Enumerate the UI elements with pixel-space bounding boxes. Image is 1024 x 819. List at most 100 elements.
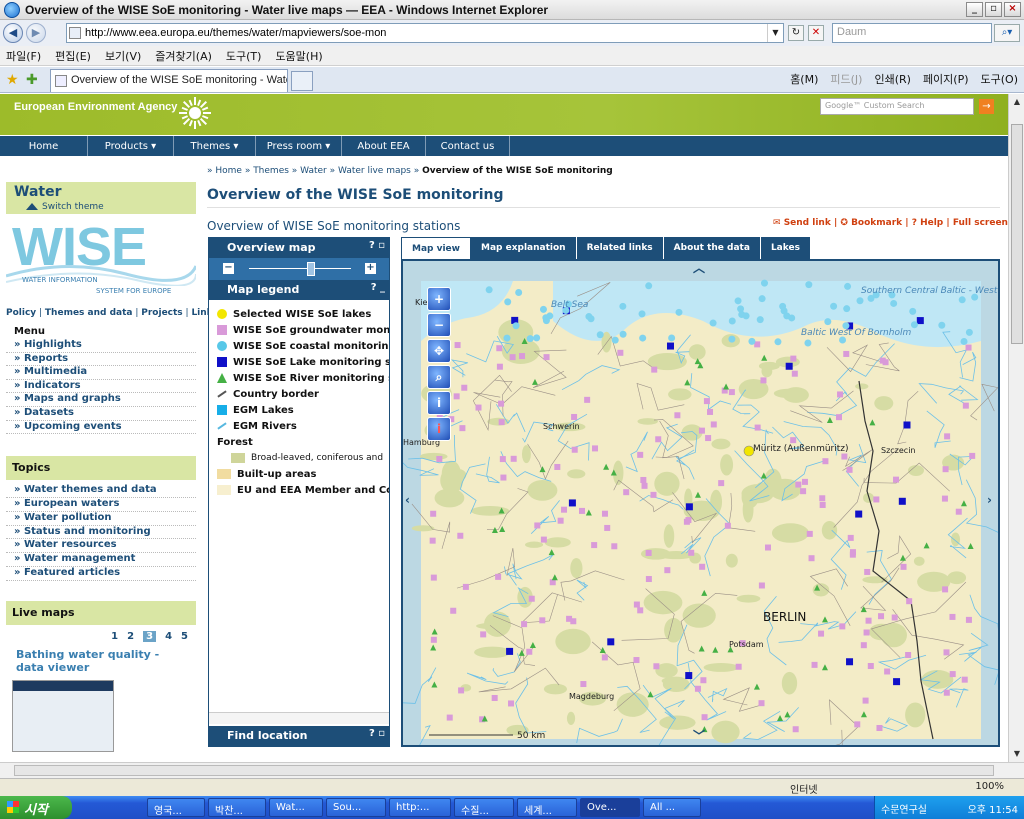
menu-favorites[interactable]: 즐겨찾기(A) bbox=[155, 48, 212, 64]
switch-theme-link[interactable]: Switch theme bbox=[42, 202, 104, 212]
search-input[interactable]: Daum bbox=[832, 23, 992, 43]
map-view[interactable]: 50 km Belt Sea Southern Central Baltic -… bbox=[401, 259, 1000, 747]
home-command[interactable]: 홈(M) bbox=[790, 71, 818, 87]
print-command[interactable]: 인쇄(R) bbox=[874, 71, 910, 87]
menu-item[interactable]: » Multimedia bbox=[6, 366, 196, 380]
map-canvas[interactable]: 50 km Belt Sea Southern Central Baltic -… bbox=[403, 261, 998, 745]
minimize-button[interactable]: _ bbox=[966, 2, 983, 17]
forward-button[interactable]: ▶ bbox=[26, 23, 46, 43]
topic-item[interactable]: » Water pollution bbox=[6, 512, 196, 526]
zoom-out-icon[interactable]: − bbox=[223, 263, 234, 274]
bathing-thumbnail[interactable] bbox=[12, 679, 114, 752]
fullscreen-link[interactable]: Full screen bbox=[953, 218, 1008, 228]
address-dropdown-icon[interactable]: ▼ bbox=[767, 24, 783, 42]
page-link[interactable]: 5 bbox=[181, 631, 188, 642]
menu-file[interactable]: 파일(F) bbox=[6, 48, 41, 64]
taskbar-item[interactable]: http:... bbox=[389, 798, 451, 817]
identify-tool-icon[interactable]: i bbox=[427, 417, 451, 441]
url-input[interactable] bbox=[85, 27, 765, 39]
zoom-knob[interactable] bbox=[307, 262, 315, 276]
menu-help[interactable]: 도움말(H) bbox=[275, 48, 322, 64]
bathing-water-link[interactable]: Bathing water quality - data viewer bbox=[6, 642, 196, 674]
wise-logo[interactable]: WISE WATER INFORMATION SYSTEM FOR EUROPE bbox=[6, 216, 196, 304]
taskbar-item[interactable]: 박찬... bbox=[208, 798, 266, 817]
menu-item[interactable]: » Datasets bbox=[6, 407, 196, 421]
org-name[interactable]: European Environment Agency bbox=[14, 101, 177, 113]
zoom-in-icon[interactable]: + bbox=[365, 263, 376, 274]
page-link[interactable]: 4 bbox=[165, 631, 172, 642]
zoom-out-tool-icon[interactable]: − bbox=[427, 313, 451, 337]
back-button[interactable]: ◀ bbox=[3, 23, 23, 43]
scroll-up-icon[interactable]: ▲ bbox=[1011, 96, 1023, 108]
site-search-input[interactable]: Google™ Custom Search bbox=[820, 98, 974, 115]
scroll-thumb[interactable] bbox=[14, 765, 994, 776]
new-tab-button[interactable] bbox=[291, 71, 313, 91]
close-button[interactable]: × bbox=[1004, 2, 1021, 17]
tray-label[interactable]: 수문연구실 bbox=[881, 801, 927, 816]
panel-controls[interactable]: ? _ bbox=[371, 282, 385, 293]
topic-item[interactable]: » Featured articles bbox=[6, 567, 196, 581]
menu-tools[interactable]: 도구(T) bbox=[226, 48, 262, 64]
bookmark-link[interactable]: Bookmark bbox=[851, 218, 902, 228]
link-projects[interactable]: Projects bbox=[141, 308, 182, 318]
crumb-themes[interactable]: Themes bbox=[253, 166, 289, 176]
refresh-icon[interactable]: ↻ bbox=[788, 25, 804, 41]
nav-themes[interactable]: Themes ▾ bbox=[174, 136, 256, 156]
site-search-button[interactable]: → bbox=[979, 99, 994, 114]
tab-related-links[interactable]: Related links bbox=[576, 237, 664, 259]
map-legend-header[interactable]: Map legend ? _ bbox=[209, 280, 389, 300]
zoom-slider[interactable]: − + bbox=[209, 258, 389, 280]
feeds-command[interactable]: 피드(J) bbox=[830, 71, 862, 87]
overview-map-header[interactable]: Overview map ? ▫ bbox=[209, 238, 389, 258]
topic-item[interactable]: » Water themes and data bbox=[6, 484, 196, 498]
nav-contact[interactable]: Contact us bbox=[426, 136, 510, 156]
help-link[interactable]: Help bbox=[920, 218, 943, 228]
menu-item[interactable]: » Upcoming events bbox=[6, 421, 196, 435]
legend-scrollbar[interactable] bbox=[209, 712, 389, 724]
panel-controls[interactable]: ? ▫ bbox=[369, 240, 385, 251]
menu-item[interactable]: » Reports bbox=[6, 353, 196, 367]
zoom-level[interactable]: 100% bbox=[975, 781, 1004, 792]
taskbar-item-active[interactable]: Ove... bbox=[580, 798, 640, 817]
topic-item[interactable]: » Water resources bbox=[6, 539, 196, 554]
topic-item[interactable]: » Status and monitoring bbox=[6, 526, 196, 540]
link-policy[interactable]: Policy bbox=[6, 308, 36, 318]
zoom-in-tool-icon[interactable]: + bbox=[427, 287, 451, 311]
pan-left-icon[interactable]: ‹ bbox=[405, 493, 410, 507]
topic-item[interactable]: » Water management bbox=[6, 553, 196, 567]
page-link[interactable]: 1 bbox=[111, 631, 118, 642]
search-icon[interactable]: ⌕▾ bbox=[994, 24, 1020, 42]
taskbar-item[interactable]: Sou... bbox=[326, 798, 386, 817]
taskbar-item[interactable]: 세계... bbox=[517, 798, 577, 817]
nav-home[interactable]: Home bbox=[0, 136, 88, 156]
nav-press-room[interactable]: Press room ▾ bbox=[256, 136, 342, 156]
menu-edit[interactable]: 편집(E) bbox=[55, 48, 91, 64]
nav-about[interactable]: About EEA bbox=[342, 136, 426, 156]
page-link[interactable]: 2 bbox=[127, 631, 134, 642]
menu-item[interactable]: » Maps and graphs bbox=[6, 393, 196, 407]
start-button[interactable]: 시작 bbox=[0, 796, 72, 819]
nav-products[interactable]: Products ▾ bbox=[88, 136, 174, 156]
send-link[interactable]: Send link bbox=[784, 218, 831, 228]
zoom-extent-tool-icon[interactable]: ⌕ bbox=[427, 365, 451, 389]
pan-down-icon[interactable]: ﹀ bbox=[693, 727, 705, 744]
taskbar-item[interactable]: 수질... bbox=[454, 798, 514, 817]
tab-map-explanation[interactable]: Map explanation bbox=[470, 237, 577, 259]
page-horizontal-scrollbar[interactable] bbox=[0, 762, 1024, 778]
add-favorite-icon[interactable]: ✚ bbox=[26, 72, 38, 88]
menu-item[interactable]: » Indicators bbox=[6, 380, 196, 394]
pan-tool-icon[interactable]: ✥ bbox=[427, 339, 451, 363]
page-link-current[interactable]: 3 bbox=[143, 630, 157, 642]
find-location-header[interactable]: Find location ? ▫ bbox=[209, 726, 389, 746]
info-tool-icon[interactable]: i bbox=[427, 391, 451, 415]
scroll-down-icon[interactable]: ▼ bbox=[1011, 748, 1023, 760]
menu-view[interactable]: 보기(V) bbox=[105, 48, 141, 64]
stop-icon[interactable]: ✕ bbox=[808, 25, 824, 41]
taskbar-item[interactable]: 영국... bbox=[147, 798, 205, 817]
crumb-live-maps[interactable]: Water live maps bbox=[338, 166, 411, 176]
menu-item[interactable]: » Highlights bbox=[6, 339, 196, 353]
taskbar-item[interactable]: All ... bbox=[643, 798, 701, 817]
pan-right-icon[interactable]: › bbox=[987, 493, 992, 507]
switch-theme-icon[interactable] bbox=[26, 203, 38, 210]
maximize-button[interactable]: ▫ bbox=[985, 2, 1002, 17]
